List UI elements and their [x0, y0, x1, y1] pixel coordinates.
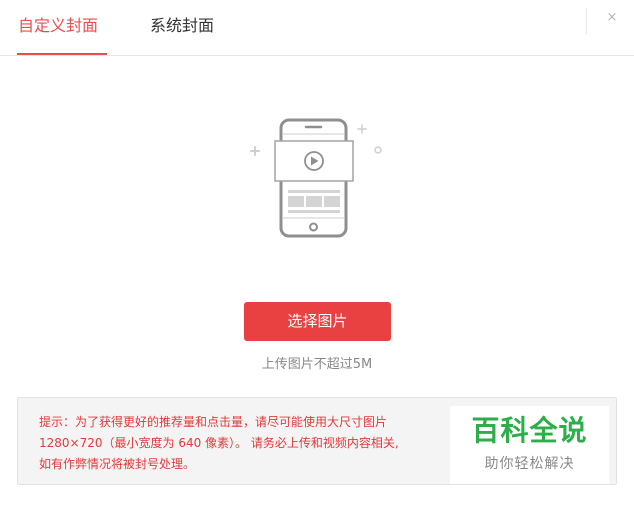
upload-size-hint: 上传图片不超过5M: [261, 357, 373, 372]
tip-line-3: 如有作弊情况将被封号处理。: [39, 457, 196, 471]
plus-icon: [250, 146, 260, 156]
plus-icon: [357, 124, 367, 134]
tip-line-1: 提示：为了获得更好的推荐量和点击量，请尽可能使用大尺寸图片: [39, 415, 388, 429]
tab-system-cover[interactable]: 系统封面: [150, 15, 214, 37]
select-image-button[interactable]: 选择图片: [244, 302, 391, 341]
watermark-subtitle: 助你轻松解决: [484, 456, 575, 472]
tab-bar: 自定义封面 系统封面: [0, 0, 634, 56]
watermark-logo: 百科全说 助你轻松解决: [450, 406, 609, 484]
tab-custom-cover[interactable]: 自定义封面: [18, 15, 98, 37]
close-icon[interactable]: ×: [604, 10, 620, 26]
video-card-icon: [274, 140, 354, 182]
circle-dot-icon: [374, 146, 382, 154]
tip-line-2: 1280×720（最小宽度为 640 像素）。 请务必上传和视频内容相关,: [39, 436, 399, 450]
active-tab-indicator: [17, 53, 107, 55]
watermark-title: 百科全说: [471, 414, 588, 447]
header-divider: [586, 8, 587, 34]
phone-video-illustration: [250, 118, 382, 238]
cover-dialog: 自定义封面 系统封面 × 选择图片 上传图片不超过5M 提示：为了获得更好的推荐…: [0, 0, 634, 508]
